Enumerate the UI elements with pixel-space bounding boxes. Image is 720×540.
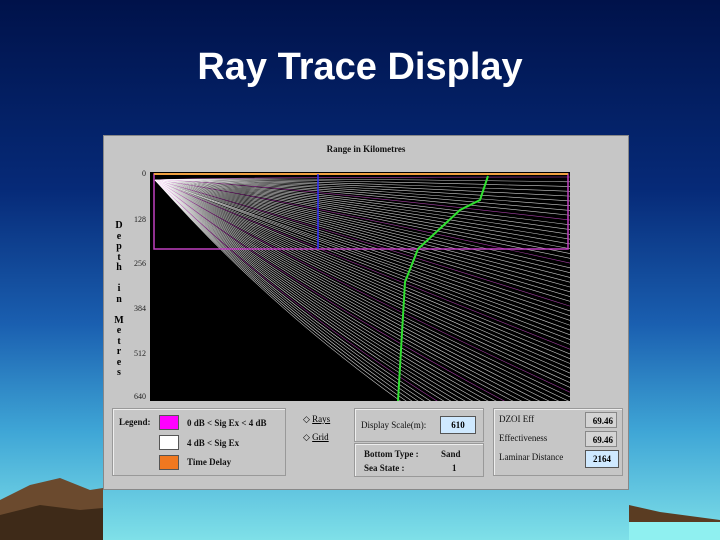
rays-radio[interactable]: ◇ Rays xyxy=(303,414,330,425)
ray-trace-plot[interactable] xyxy=(150,172,570,401)
effectiveness-value: 69.46 xyxy=(585,431,617,447)
depth-tick: 512 xyxy=(134,349,146,358)
legend-swatch-white xyxy=(159,435,179,450)
legend-swatch-magenta xyxy=(159,415,179,430)
dzoi-eff-value: 69.46 xyxy=(585,412,617,428)
grid-radio[interactable]: ◇ Grid xyxy=(303,432,329,443)
legend-panel: Legend: 0 dB < Sig Ex < 4 dB 4 dB < Sig … xyxy=(112,408,286,476)
depth-tick: 640 xyxy=(134,392,146,401)
display-scale-panel: Display Scale(m): 610 xyxy=(354,408,484,442)
depth-tick: 256 xyxy=(134,259,146,268)
legend-swatch-orange xyxy=(159,455,179,470)
laminar-distance-input[interactable]: 2164 xyxy=(585,450,619,468)
range-axis-label: Range in Kilometres xyxy=(326,144,406,154)
display-scale-input[interactable]: 610 xyxy=(440,416,476,434)
metrics-panel: DZOI Eff 69.46 Effectiveness 69.46 Lamin… xyxy=(493,408,623,476)
ray-trace-window: Range in Kilometres Depth in Metres 0 12… xyxy=(103,135,629,490)
depth-tick: 0 xyxy=(142,169,146,178)
slide-title: Ray Trace Display xyxy=(197,46,523,88)
depth-tick: 128 xyxy=(134,215,146,224)
depth-tick: 384 xyxy=(134,304,146,313)
bottom-info-panel: Bottom Type : Sand Sea State : 1 xyxy=(354,443,484,477)
